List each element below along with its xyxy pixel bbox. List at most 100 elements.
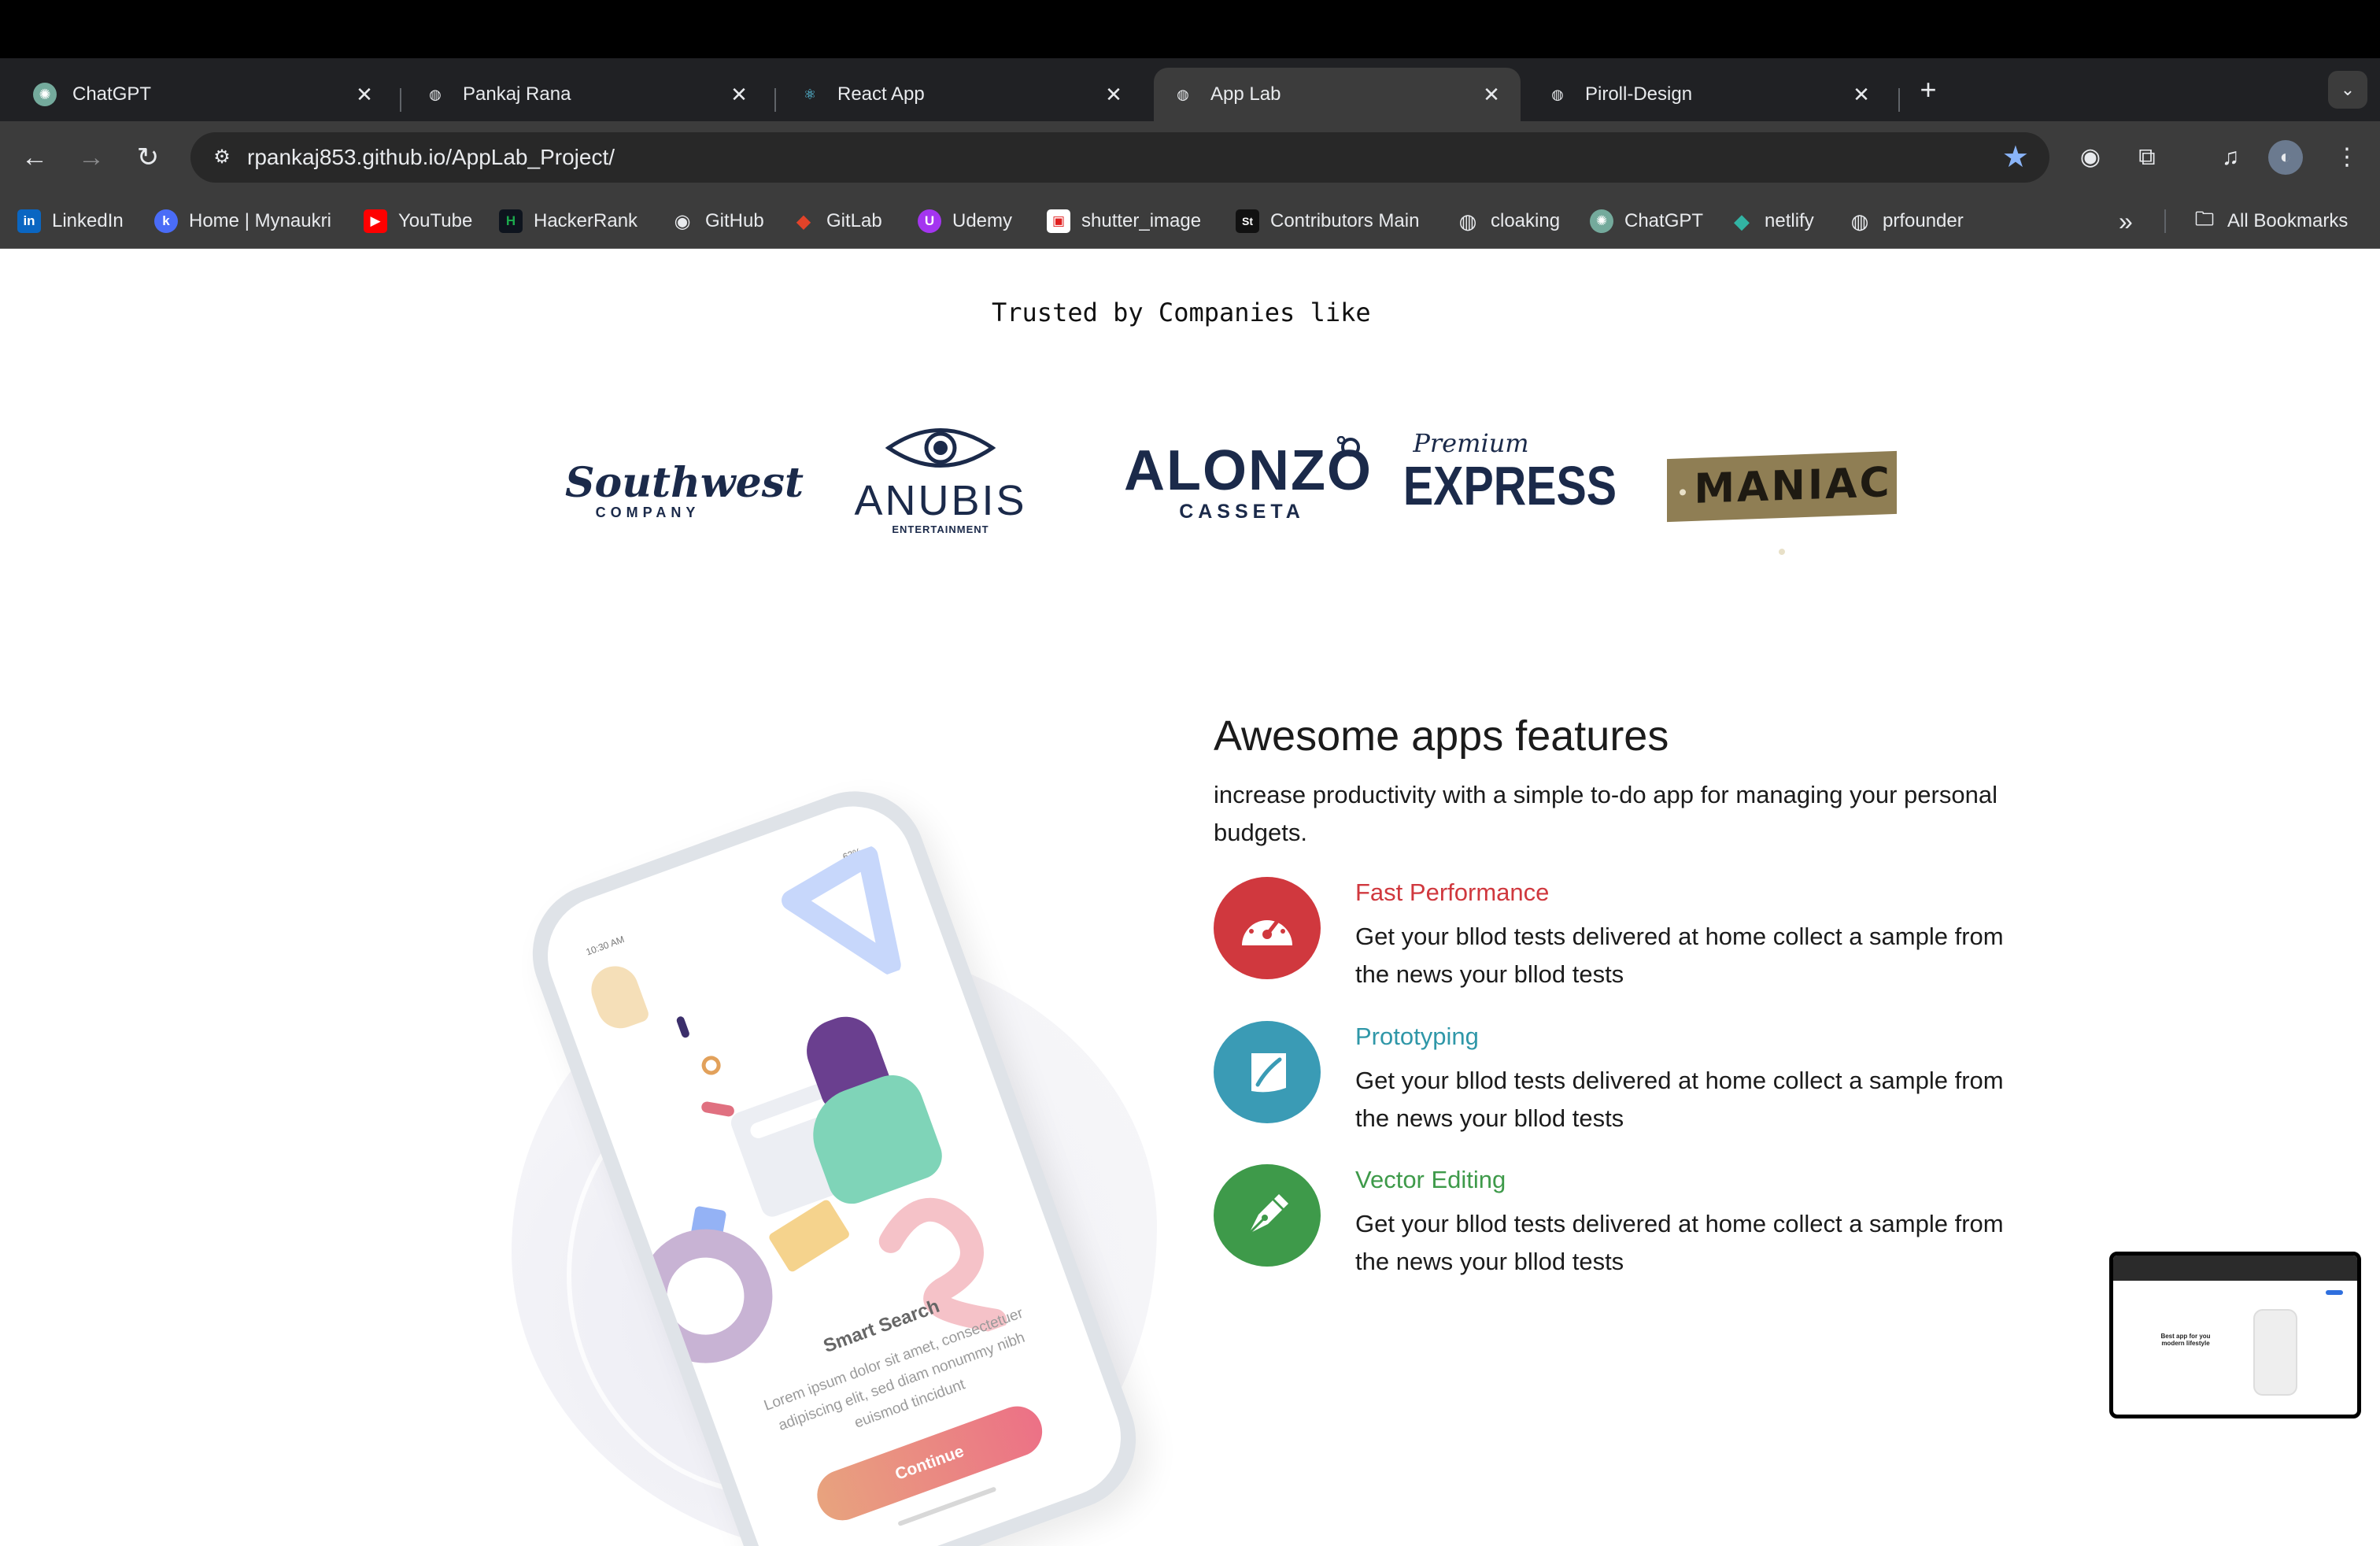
tab-title: ChatGPT [72, 83, 152, 105]
tab-separator [1898, 88, 1900, 112]
tab-title: React App [837, 83, 925, 105]
logo-pre: Premium [1413, 428, 1529, 458]
eye-icon [885, 428, 996, 468]
tab-separator [400, 88, 401, 112]
tab-react-app[interactable]: ⚛ React App ✕ [781, 68, 1143, 121]
feature-icon-bg [1214, 877, 1321, 979]
tab-app-lab[interactable]: ◍ App Lab ✕ [1154, 68, 1521, 121]
tab-search-button[interactable]: ⌄ [2328, 71, 2367, 109]
phone-time: 10:30 AM [584, 934, 626, 958]
shutter-icon: ▣ [1047, 209, 1070, 233]
tab-strip: ✺ ChatGPT ✕ ◍ Pankaj Rana ✕ ⚛ React App … [0, 58, 2380, 121]
hackerrank-icon: H [499, 209, 523, 233]
pen-tool-icon [1247, 1194, 1288, 1235]
tab-title: App Lab [1210, 83, 1281, 105]
youtube-icon: ▶ [364, 209, 387, 233]
bookmark-hackerrank[interactable]: H HackerRank [499, 194, 638, 249]
close-icon[interactable]: ✕ [1480, 83, 1503, 107]
contributors-icon: St [1236, 209, 1259, 233]
close-icon[interactable]: ✕ [727, 83, 751, 107]
react-icon: ⚛ [803, 86, 817, 102]
media-control-icon[interactable]: ♫ [2212, 139, 2249, 176]
forward-button[interactable]: → [71, 137, 112, 178]
feature-title: Vector Editing [1355, 1166, 1506, 1193]
bookmark-linkedin[interactable]: in LinkedIn [17, 194, 124, 249]
globe-icon: ◍ [1177, 86, 1189, 102]
back-button[interactable]: ← [14, 137, 55, 178]
decor-shape [584, 960, 651, 1035]
decor-triangle [782, 845, 901, 975]
preview-title: Best app for you modern lifestyle [2160, 1333, 2211, 1347]
trusted-heading: Trusted by Companies like [992, 298, 1371, 327]
alonzo-logo: ALONZO CASSETA [1124, 436, 1371, 523]
tab-title: Piroll-Design [1585, 83, 1693, 105]
bookmarks-bar: in LinkedIn k Home | Mynaukri ▶ YouTube H Ha… [0, 194, 2380, 249]
bookmark-youtube[interactable]: ▶ YouTube [364, 194, 472, 249]
bookmark-gitlab[interactable]: ◆ GitLab [792, 194, 882, 249]
feature-description: Get your bllod tests delivered at home c… [1355, 1210, 2004, 1275]
bookmark-github[interactable]: ◉ GitHub [671, 194, 764, 249]
reload-button[interactable]: ↻ [128, 137, 168, 178]
logo-sub: CASSETA [1179, 501, 1305, 523]
feature-item-fast-performance: Fast Performance Get your bllod tests de… [1214, 877, 2040, 1011]
bookmark-star-icon[interactable]: ★ [2002, 140, 2029, 175]
bookmark-cloaking[interactable]: ◍ cloaking [1456, 194, 1560, 249]
browser-toolbar: ← → ↻ ⚙ rpankaj853.github.io/AppLab_Proj… [0, 121, 2380, 194]
extension-icon[interactable]: ◉ [2071, 139, 2109, 176]
profile-avatar[interactable]: ◐ [2268, 140, 2303, 175]
close-icon[interactable]: ✕ [353, 83, 376, 107]
bookmark-netlify[interactable]: ◆ netlify [1730, 194, 1814, 249]
chatgpt-icon: ✺ [1590, 209, 1613, 233]
bookmark-chatgpt[interactable]: ✺ ChatGPT [1590, 194, 1703, 249]
tab-piroll-design[interactable]: ◍ Piroll-Design ✕ [1528, 68, 1890, 121]
url-text[interactable]: rpankaj853.github.io/AppLab_Project/ [247, 132, 615, 183]
chatgpt-icon: ✺ [33, 83, 57, 106]
all-bookmarks-button[interactable]: 🗀 All Bookmarks [2193, 194, 2348, 249]
preview-phone [2253, 1309, 2297, 1396]
github-icon: ◉ [674, 210, 691, 232]
extensions-puzzle-icon[interactable]: ⧉ [2128, 139, 2166, 176]
decor-dot [675, 1015, 691, 1039]
bookmark-prfounder[interactable]: ◍ prfounder [1848, 194, 1964, 249]
udemy-icon: U [918, 209, 941, 233]
sketch-icon [1251, 1053, 1286, 1093]
phone-illustration: 10:30 AM 63% Smart Search Lorem ipsum do… [488, 740, 1181, 1546]
feature-icon-bg [1214, 1164, 1321, 1267]
preview-browser-bar [2113, 1256, 2357, 1281]
tab-chatgpt[interactable]: ✺ ChatGPT ✕ [16, 68, 394, 121]
netlify-icon: ◆ [1734, 209, 1750, 233]
more-menu-icon[interactable]: ⋮ [2328, 139, 2366, 176]
screenshot-preview-thumbnail[interactable]: Best app for you modern lifestyle [2109, 1252, 2361, 1418]
globe-icon: ◍ [1850, 209, 1869, 233]
feature-title: Fast Performance [1355, 878, 1550, 906]
bookmark-shutter-image[interactable]: ▣ shutter_image [1047, 194, 1201, 249]
feature-description: Get your bllod tests delivered at home c… [1355, 1067, 2004, 1132]
close-icon[interactable]: ✕ [1850, 83, 1873, 107]
anubis-logo: ANUBIS ENTERTAINMENT [850, 422, 1031, 535]
bookmarks-overflow-button[interactable]: » [2119, 194, 2133, 249]
close-icon[interactable]: ✕ [1102, 83, 1125, 107]
bookmark-contributors-main[interactable]: St Contributors Main [1236, 194, 1419, 249]
mynaukri-icon: k [154, 209, 178, 233]
features-intro: increase productivity with a simple to-d… [1214, 781, 1998, 846]
site-settings-icon[interactable]: ⚙ [208, 143, 236, 172]
new-tab-button[interactable]: + [1911, 72, 1946, 107]
globe-icon: ◍ [429, 86, 442, 102]
maniac-logo: MANIAC [1667, 450, 1897, 556]
bookmark-udemy[interactable]: U Udemy [918, 194, 1012, 249]
preview-button [2326, 1290, 2343, 1295]
tab-title: Pankaj Rana [463, 83, 571, 105]
logo-dot [1680, 489, 1687, 496]
logo-dot [1779, 548, 1785, 556]
speedometer-icon [1242, 913, 1292, 945]
gitlab-icon: ◆ [796, 210, 811, 232]
address-bar[interactable]: ⚙ rpankaj853.github.io/AppLab_Project/ ★ [190, 132, 2049, 183]
feature-icon-bg [1214, 1021, 1321, 1123]
tab-pankaj-rana[interactable]: ◍ Pankaj Rana ✕ [406, 68, 768, 121]
feature-description: Get your bllod tests delivered at home c… [1355, 923, 2004, 988]
bookmark-mynaukri[interactable]: k Home | Mynaukri [154, 194, 331, 249]
alonzo-rings-icon [1336, 436, 1360, 457]
logo-word: Southwest [565, 459, 804, 507]
decor-ring [699, 1053, 723, 1078]
globe-icon: ◍ [1458, 209, 1477, 233]
